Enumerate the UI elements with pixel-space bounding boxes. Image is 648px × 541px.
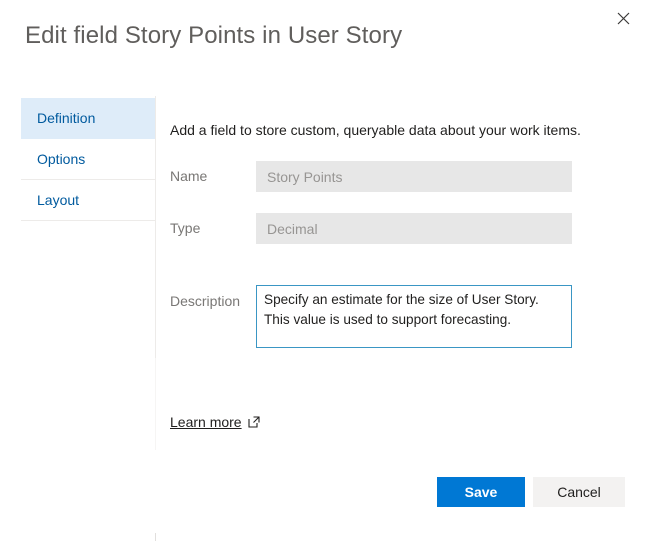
- nav-divider-lower: [155, 358, 156, 450]
- external-link-icon: [248, 415, 260, 429]
- sidebar-item-label: Definition: [37, 110, 96, 126]
- content-pane: Add a field to store custom, queryable d…: [170, 96, 630, 432]
- type-label: Type: [170, 220, 201, 236]
- form-row-name: Name: [170, 161, 630, 192]
- close-button[interactable]: [610, 5, 636, 31]
- form-row-description: Description: [170, 285, 630, 348]
- dialog-body: Definition Options Layout Add a field to…: [0, 96, 648, 541]
- nav-pane: Definition Options Layout: [21, 98, 155, 221]
- cancel-button[interactable]: Cancel: [533, 477, 625, 507]
- sidebar-item-definition[interactable]: Definition: [21, 98, 155, 139]
- save-button[interactable]: Save: [437, 477, 525, 507]
- type-input: [256, 213, 572, 244]
- form-row-type: Type: [170, 213, 630, 244]
- dialog-title: Edit field Story Points in User Story: [25, 22, 403, 49]
- sidebar-item-label: Options: [37, 151, 86, 167]
- name-input: [256, 161, 572, 192]
- learn-more-link[interactable]: Learn more: [170, 414, 260, 430]
- intro-text: Add a field to store custom, queryable d…: [170, 122, 581, 138]
- sidebar-item-label: Layout: [37, 192, 80, 208]
- sidebar-item-options[interactable]: Options: [21, 139, 155, 180]
- description-label: Description: [170, 293, 241, 309]
- dialog-footer: Save Cancel: [0, 477, 648, 507]
- description-textarea[interactable]: [256, 285, 572, 348]
- sidebar-item-layout[interactable]: Layout: [21, 180, 155, 221]
- learn-more-label: Learn more: [170, 414, 242, 430]
- nav-divider: [155, 96, 156, 358]
- name-label: Name: [170, 168, 208, 184]
- close-icon: [617, 12, 630, 25]
